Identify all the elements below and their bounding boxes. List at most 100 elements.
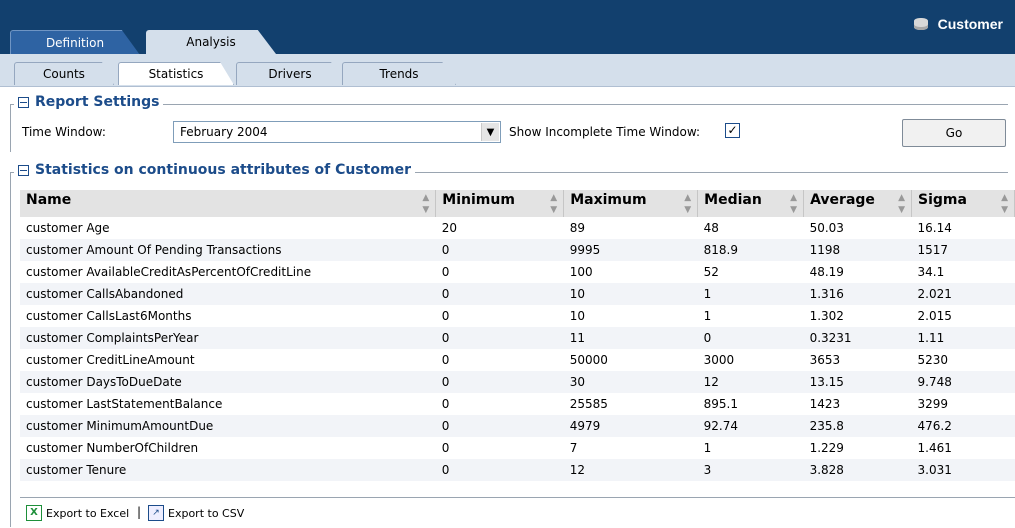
separator: | bbox=[137, 505, 142, 519]
table-cell: 2.021 bbox=[911, 283, 1015, 305]
table-cell: 50000 bbox=[569, 353, 608, 367]
table-cell: 5230 bbox=[917, 353, 949, 367]
table-cell: 9995 bbox=[563, 239, 698, 261]
table-row[interactable]: customer CallsLast6Months 0 10 1 1.302 2.015 bbox=[20, 305, 1015, 327]
table-cell: 1 bbox=[697, 283, 804, 305]
sort-icon[interactable]: ▲ ▼ bbox=[790, 192, 797, 216]
page-title: Customer bbox=[913, 16, 1003, 32]
table-row[interactable]: customer AvailableCreditAsPercentOfCredi… bbox=[20, 261, 1015, 283]
table-row[interactable]: customer DaysToDueDate 0 30 12 13.15 9.748 bbox=[20, 371, 1015, 393]
table-cell: 13.15 bbox=[803, 371, 912, 393]
collapse-icon[interactable] bbox=[18, 96, 29, 108]
sort-icon[interactable]: ▲ ▼ bbox=[1001, 192, 1008, 216]
export-excel-label: Export to Excel bbox=[46, 506, 130, 520]
sort-icon[interactable]: ▲ ▼ bbox=[684, 192, 691, 216]
column-header-minimum[interactable]: Minimum ▲ ▼ bbox=[435, 190, 565, 217]
tab-trends[interactable]: Trends bbox=[342, 62, 456, 85]
statistics-heading: Statistics on continuous attributes of C… bbox=[14, 162, 415, 178]
statistics-table: Name ▲ ▼ Minimum ▲ ▼ Maximum ▲ ▼ Median ▲ ▼ Aver… bbox=[20, 190, 1015, 481]
table-cell: 4979 bbox=[563, 415, 698, 437]
table-row[interactable]: customer LastStatementBalance 0 25585 895.1… bbox=[20, 393, 1015, 415]
database-icon bbox=[913, 18, 928, 30]
sort-icon[interactable]: ▲ ▼ bbox=[898, 192, 905, 216]
tab-analysis[interactable]: Analysis bbox=[146, 30, 276, 54]
table-cell: 3.031 bbox=[911, 459, 1015, 481]
column-header-maximum[interactable]: Maximum ▲ ▼ bbox=[563, 190, 699, 217]
table-cell: 12 bbox=[563, 459, 698, 481]
table-cell: 20 bbox=[441, 221, 458, 235]
go-button[interactable]: Go bbox=[902, 119, 1006, 147]
title-text: Customer bbox=[937, 16, 1003, 32]
table-cell: 0.3231 bbox=[803, 327, 912, 349]
sort-icon[interactable]: ▲ ▼ bbox=[550, 192, 557, 216]
table-cell: customer LastStatementBalance bbox=[26, 397, 223, 411]
column-header-average[interactable]: Average ▲ ▼ bbox=[803, 190, 913, 217]
table-cell: 25585 bbox=[569, 397, 608, 411]
table-cell: 0 bbox=[441, 309, 450, 323]
table-cell: 0 bbox=[697, 327, 804, 349]
time-window-value: February 2004 bbox=[180, 125, 268, 139]
table-cell: 16.14 bbox=[917, 221, 952, 235]
export-excel-button[interactable]: X Export to Excel bbox=[26, 505, 129, 521]
collapse-icon[interactable] bbox=[18, 164, 29, 176]
export-csv-button[interactable]: ↗ Export to CSV bbox=[148, 505, 244, 521]
table-cell: 1.229 bbox=[809, 441, 844, 455]
table-cell: 895.1 bbox=[703, 397, 738, 411]
table-row[interactable]: customer Tenure 0 12 3 3.828 3.031 bbox=[20, 459, 1015, 481]
sort-icon[interactable]: ▲ ▼ bbox=[422, 192, 429, 216]
time-window-select[interactable]: February 2004 ▼ bbox=[173, 121, 501, 143]
table-cell: 50.03 bbox=[809, 221, 844, 235]
table-cell: 1198 bbox=[803, 239, 912, 261]
table-cell: 0 bbox=[441, 265, 450, 279]
table-cell: customer Age bbox=[26, 221, 110, 235]
table-cell: 1.11 bbox=[911, 327, 1015, 349]
table-cell: customer Tenure bbox=[20, 459, 436, 481]
table-header-row: Name ▲ ▼ Minimum ▲ ▼ Maximum ▲ ▼ Median ▲ ▼ Aver… bbox=[20, 190, 1015, 217]
section-border bbox=[10, 172, 11, 527]
table-cell: customer CallsLast6Months bbox=[26, 309, 192, 323]
excel-icon: X bbox=[26, 505, 42, 521]
table-cell: 235.8 bbox=[803, 415, 912, 437]
table-cell: customer DaysToDueDate bbox=[20, 371, 436, 393]
table-row[interactable]: customer Age 20 89 48 50.03 16.14 bbox=[20, 217, 1015, 239]
table-footer: X Export to Excel | ↗ Export to CSV bbox=[20, 497, 1015, 528]
column-header-sigma[interactable]: Sigma ▲ ▼ bbox=[911, 190, 1015, 217]
tab-statistics[interactable]: Statistics bbox=[118, 62, 234, 85]
table-cell: customer Amount Of Pending Transactions bbox=[20, 239, 436, 261]
table-cell: 0 bbox=[441, 397, 450, 411]
table-cell: 52 bbox=[703, 265, 719, 279]
table-cell: 34.1 bbox=[917, 265, 945, 279]
table-row[interactable]: customer CreditLineAmount 0 50000 3000 3653 5… bbox=[20, 349, 1015, 371]
chevron-down-icon[interactable]: ▼ bbox=[481, 123, 499, 141]
table-row[interactable]: customer MinimumAmountDue 0 4979 92.74 235.8… bbox=[20, 415, 1015, 437]
column-header-name[interactable]: Name ▲ ▼ bbox=[20, 190, 437, 217]
table-cell: 0 bbox=[435, 327, 564, 349]
table-cell: 1 bbox=[703, 441, 712, 455]
table-cell: 476.2 bbox=[911, 415, 1015, 437]
table-cell: 92.74 bbox=[697, 415, 804, 437]
show-incomplete-checkbox[interactable]: ✓ bbox=[725, 123, 740, 138]
table-cell: 0 bbox=[441, 353, 450, 367]
table-row[interactable]: customer Amount Of Pending Transactions 0… bbox=[20, 239, 1015, 261]
table-row[interactable]: customer NumberOfChildren 0 7 1 1.229 1.461 bbox=[20, 437, 1015, 459]
table-cell: 12 bbox=[697, 371, 804, 393]
table-cell: 0 bbox=[435, 459, 564, 481]
table-cell: 818.9 bbox=[697, 239, 804, 261]
table-row[interactable]: customer CallsAbandoned 0 10 1 1.316 2.021 bbox=[20, 283, 1015, 305]
csv-icon: ↗ bbox=[148, 505, 164, 521]
table-cell: 48.19 bbox=[809, 265, 844, 279]
tab-definition[interactable]: Definition bbox=[10, 30, 140, 55]
table-cell: 0 bbox=[435, 415, 564, 437]
tab-counts[interactable]: Counts bbox=[14, 62, 114, 85]
table-cell: 3299 bbox=[917, 397, 949, 411]
table-cell: customer CallsAbandoned bbox=[20, 283, 436, 305]
table-cell: customer CreditLineAmount bbox=[26, 353, 195, 367]
show-incomplete-label: Show Incomplete Time Window: bbox=[509, 125, 701, 139]
table-row[interactable]: customer ComplaintsPerYear 0 11 0 0.3231 1.11 bbox=[20, 327, 1015, 349]
table-cell: customer AvailableCreditAsPercentOfCredi… bbox=[26, 265, 312, 279]
time-window-label: Time Window: bbox=[22, 125, 106, 139]
column-header-median[interactable]: Median ▲ ▼ bbox=[697, 190, 805, 217]
table-cell: 0 bbox=[441, 441, 450, 455]
table-cell: 3 bbox=[697, 459, 804, 481]
tab-drivers[interactable]: Drivers bbox=[236, 62, 344, 85]
